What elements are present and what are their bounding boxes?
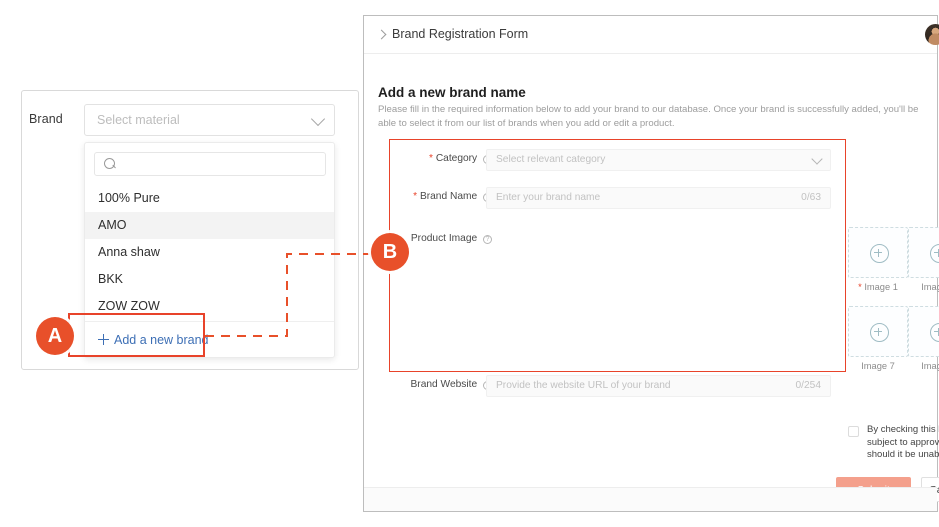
brand-website-input[interactable]: Provide the website URL of your brand 0/… [486,375,831,397]
search-input[interactable] [94,152,326,176]
brand-website-counter: 0/254 [795,380,822,391]
brand-website-label: Brand Website ? [378,379,492,390]
acknowledgement-text: By checking this box and clicking Submit… [867,424,939,461]
category-select[interactable]: Select relevant category [486,149,831,171]
brand-name-input[interactable]: Enter your brand name 0/63 [486,187,831,209]
plus-circle-icon [869,244,889,263]
image-tile[interactable]: Image 2 [908,227,939,292]
required-marker: * [429,153,433,164]
brand-name-label-text: Brand Name [419,191,478,202]
product-image-label-text: Product Image [410,233,478,244]
image-tile-label: * Image 1 [848,282,908,292]
highlight-box-b [389,139,846,372]
annotation-badge-b: B [371,233,409,271]
page-description: Please fill in the required information … [378,104,919,129]
image-tile-label: Image 2 [921,282,939,292]
image-tile[interactable]: Image 8 [908,306,939,371]
plus-circle-icon [929,323,939,342]
brand-registration-panel: Brand Registration Form Username Add a n… [363,15,939,512]
image-tile[interactable]: * Image 1 [848,227,908,292]
acknowledgement-checkbox[interactable] [848,426,859,437]
annotation-badge-a: A [36,317,74,355]
list-item[interactable]: Anna shaw [85,239,334,266]
image-upload-dropzone[interactable] [848,227,908,278]
list-item[interactable]: BKK [85,266,334,293]
brand-website-placeholder: Provide the website URL of your brand [496,380,671,391]
list-item[interactable]: AMO [85,212,334,239]
panel-header: Brand Registration Form Username [364,16,939,54]
image-tile-label-text: Image 1 [864,282,898,292]
image-upload-dropzone[interactable] [908,306,939,357]
image-tile[interactable]: Image 7 [848,306,908,371]
category-placeholder: Select relevant category [496,154,606,165]
question-mark-icon[interactable]: ? [483,235,492,244]
required-marker: * [858,282,862,292]
image-upload-dropzone[interactable] [848,306,908,357]
category-label-text: Category [435,153,478,164]
plus-circle-icon [869,323,889,342]
highlight-box-a [68,313,205,357]
list-item[interactable]: 100% Pure [85,185,334,212]
image-tile-label: Image 7 [861,361,895,371]
brand-select[interactable]: Select material [84,104,335,136]
brand-name-placeholder: Enter your brand name [496,192,601,203]
page-title: Add a new brand name [378,85,526,100]
search-icon [104,158,115,169]
breadcrumb: Brand Registration Form [392,27,529,41]
chevron-down-icon [811,153,823,165]
plus-circle-icon [929,244,939,263]
brand-name-counter: 0/63 [801,192,821,203]
chevron-right-icon[interactable] [376,29,387,40]
brand-name-label: * Brand Name ? [382,191,492,202]
avatar [925,24,939,45]
brand-label: Brand [29,112,63,126]
brand-website-label-text: Brand Website [410,379,478,390]
chevron-down-icon [310,111,326,127]
panel-footer [364,487,937,511]
brand-select-placeholder: Select material [97,113,180,127]
required-marker: * [413,191,418,202]
category-label: * Category ? [392,153,492,164]
image-tile-label: Image 8 [921,361,939,371]
image-upload-dropzone[interactable] [908,227,939,278]
